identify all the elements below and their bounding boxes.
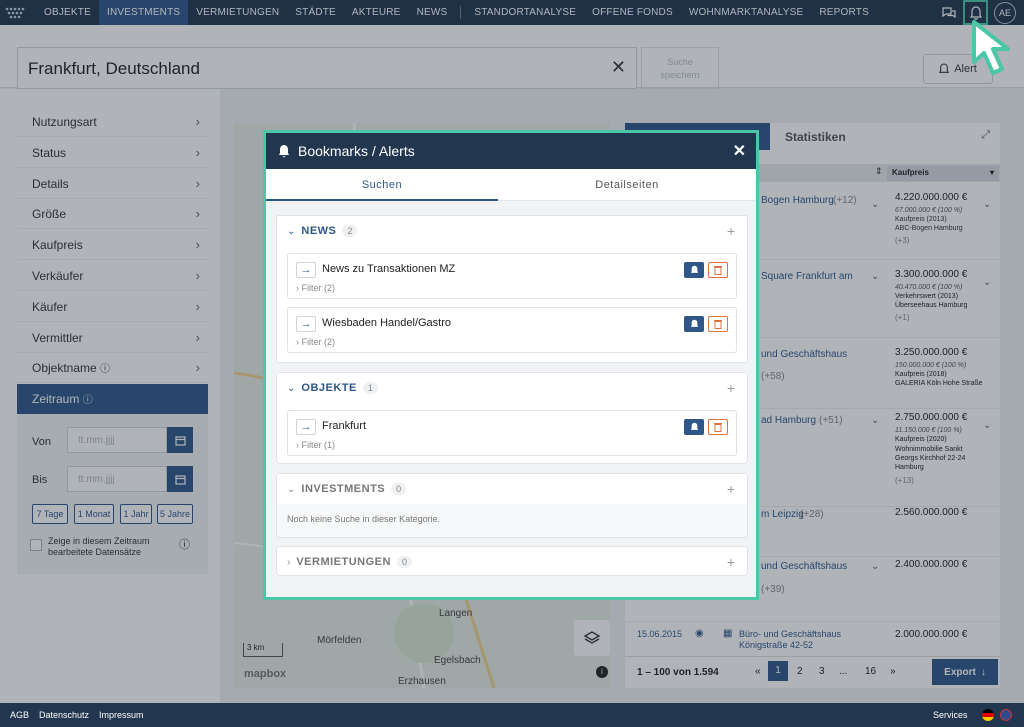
chevron-down-icon: ⌄ — [287, 225, 296, 237]
modal-tabs: Suchen Detailseiten — [266, 169, 756, 201]
bookmarks-modal: Bookmarks / Alerts ✕ Suchen Detailseiten… — [263, 130, 759, 600]
filter-label: Filter (2) — [301, 283, 336, 293]
footer-services[interactable]: Services — [933, 710, 968, 720]
bookmark-title: News zu Transaktionen MZ — [322, 263, 456, 275]
section-title: VERMIETUNGEN — [296, 556, 391, 568]
section-header[interactable]: ⌄ INVESTMENTS 0 + — [277, 474, 747, 504]
add-icon[interactable]: + — [727, 481, 735, 497]
section-vermietungen: › VERMIETUNGEN 0 + — [276, 546, 748, 576]
chevron-down-icon: ⌄ — [287, 483, 296, 495]
footer: AGB Datenschutz Impressum Services — [0, 703, 1024, 727]
bookmark-card[interactable]: → News zu Transaktionen MZ › Filter (2) — [287, 253, 737, 299]
footer-agb[interactable]: AGB — [10, 710, 29, 720]
footer-impressum[interactable]: Impressum — [99, 710, 144, 720]
section-count: 1 — [362, 382, 378, 394]
section-title: NEWS — [301, 225, 337, 237]
section-header[interactable]: › VERMIETUNGEN 0 + — [277, 547, 747, 577]
filter-label: Filter (2) — [301, 337, 336, 347]
add-icon[interactable]: + — [727, 380, 735, 396]
mouse-cursor-icon — [972, 20, 1010, 75]
alert-bell-icon[interactable] — [684, 419, 704, 435]
trash-icon[interactable] — [708, 316, 728, 332]
tab-detailseiten[interactable]: Detailseiten — [498, 169, 756, 201]
bookmark-filter[interactable]: › Filter (2) — [296, 337, 335, 347]
modal-body: ⌄ NEWS 2 + → News zu Transaktionen MZ › … — [266, 201, 756, 597]
bell-icon — [279, 145, 289, 158]
section-header[interactable]: ⌄ NEWS 2 + — [277, 216, 747, 246]
chevron-right-icon: › — [287, 556, 291, 568]
footer-datenschutz[interactable]: Datenschutz — [39, 710, 89, 720]
bookmark-filter[interactable]: › Filter (2) — [296, 283, 335, 293]
section-title: OBJEKTE — [301, 382, 357, 394]
open-arrow-icon[interactable]: → — [296, 316, 316, 332]
section-count: 0 — [391, 483, 407, 495]
add-icon[interactable]: + — [727, 554, 735, 570]
section-title: INVESTMENTS — [301, 483, 386, 495]
section-count: 0 — [396, 556, 412, 568]
section-objekte: ⌄ OBJEKTE 1 + → Frankfurt › Filter (1) — [276, 372, 748, 464]
bookmark-filter[interactable]: › Filter (1) — [296, 440, 335, 450]
modal-header: Bookmarks / Alerts ✕ — [266, 133, 756, 169]
bookmark-title: Wiesbaden Handel/Gastro — [322, 317, 452, 329]
open-arrow-icon[interactable]: → — [296, 419, 316, 435]
open-arrow-icon[interactable]: → — [296, 262, 316, 278]
tab-suchen[interactable]: Suchen — [266, 169, 498, 201]
add-icon[interactable]: + — [727, 223, 735, 239]
trash-icon[interactable] — [708, 262, 728, 278]
section-investments: ⌄ INVESTMENTS 0 + Noch keine Suche in di… — [276, 473, 748, 538]
flag-de-icon[interactable] — [982, 709, 994, 721]
trash-icon[interactable] — [708, 419, 728, 435]
bookmark-title: Frankfurt — [322, 420, 367, 432]
filter-label: Filter (1) — [301, 440, 336, 450]
modal-title: Bookmarks / Alerts — [298, 143, 415, 159]
section-header[interactable]: ⌄ OBJEKTE 1 + — [277, 373, 747, 403]
alert-bell-icon[interactable] — [684, 262, 704, 278]
empty-state-text: Noch keine Suche in dieser Kategorie. — [287, 514, 441, 524]
chevron-down-icon: ⌄ — [287, 382, 296, 394]
bookmark-card[interactable]: → Frankfurt › Filter (1) — [287, 410, 737, 456]
flag-uk-icon[interactable] — [1000, 709, 1012, 721]
bookmark-card[interactable]: → Wiesbaden Handel/Gastro › Filter (2) — [287, 307, 737, 353]
alert-bell-icon[interactable] — [684, 316, 704, 332]
section-news: ⌄ NEWS 2 + → News zu Transaktionen MZ › … — [276, 215, 748, 363]
section-count: 2 — [342, 225, 358, 237]
close-icon[interactable]: ✕ — [733, 141, 746, 161]
